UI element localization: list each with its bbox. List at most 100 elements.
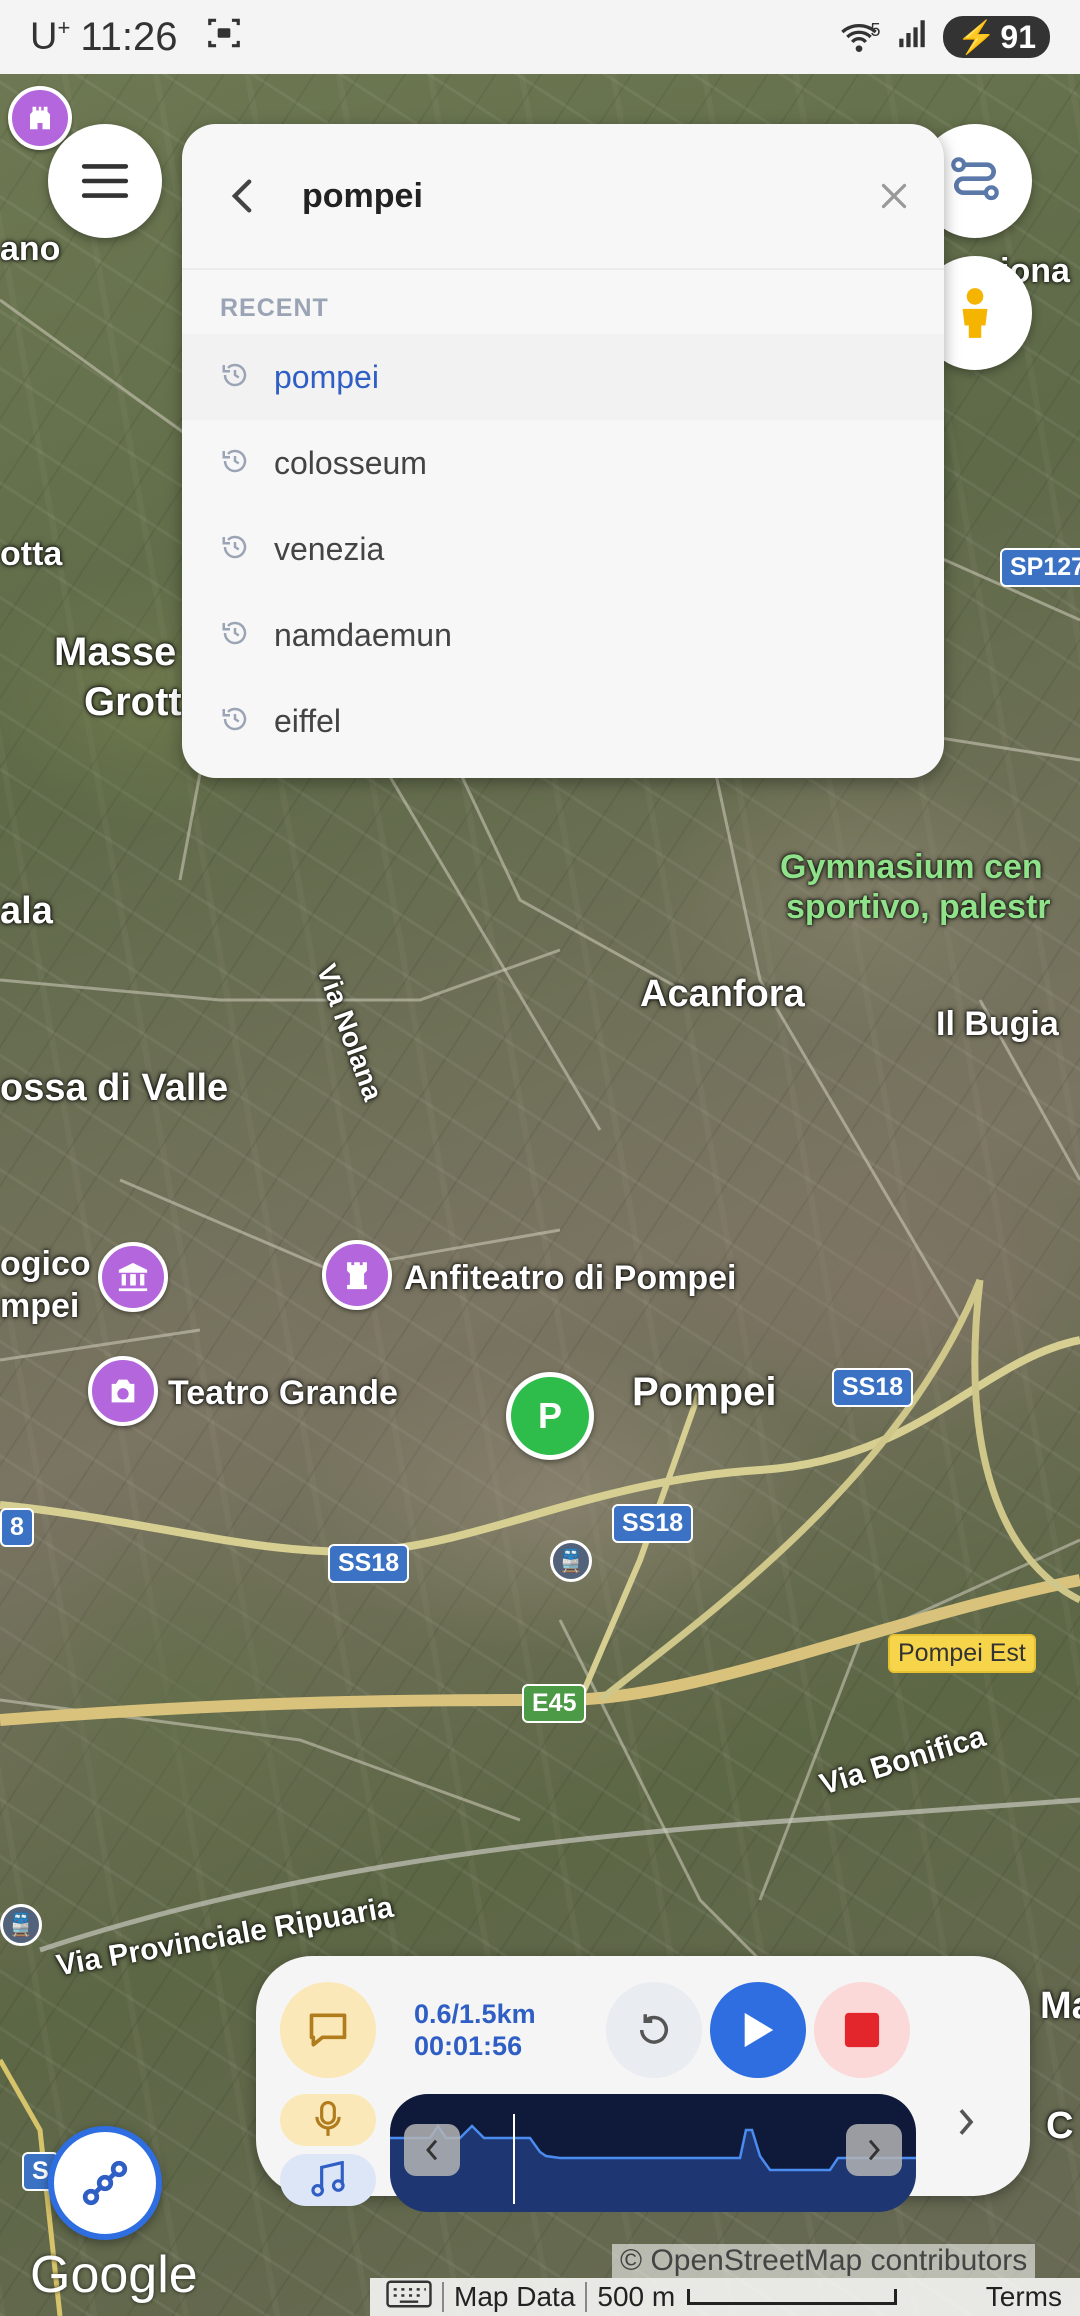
map-label-ano: ano xyxy=(0,230,61,268)
back-button[interactable] xyxy=(182,178,302,214)
chat-button[interactable] xyxy=(280,1982,376,2078)
divider xyxy=(442,2282,444,2312)
theatre-poi-icon[interactable] xyxy=(88,1356,158,1426)
exit-label-pompei-est: Pompei Est xyxy=(888,1634,1036,1673)
recent-item[interactable]: colosseum xyxy=(182,420,944,506)
osm-attribution[interactable]: © OpenStreetMap contributors xyxy=(612,2244,1036,2278)
music-note-icon xyxy=(311,2161,345,2197)
scale-label: 500 m xyxy=(597,2281,676,2312)
chevron-right-icon xyxy=(868,2139,880,2161)
map-label-masse: Masse xyxy=(54,630,177,674)
recent-item-label: pompei xyxy=(274,358,379,395)
keyboard-icon[interactable] xyxy=(386,2280,432,2315)
close-icon xyxy=(881,183,907,209)
music-button[interactable] xyxy=(280,2154,376,2206)
map-label-teatro-grande: Teatro Grande xyxy=(168,1374,398,1412)
map-label-c: C xyxy=(1046,2105,1074,2147)
distance-readout: 0.6/1.5km xyxy=(414,1999,536,2029)
map-label-mpei: mpei xyxy=(0,1287,80,1325)
search-bar: pompei xyxy=(182,124,944,270)
route-stats: 0.6/1.5km 00:01:56 xyxy=(414,1998,536,2062)
parking-marker[interactable]: P xyxy=(506,1372,594,1460)
map-label-il-bugia: Il Bugia xyxy=(936,1005,1059,1043)
divider xyxy=(585,2282,588,2312)
play-button[interactable] xyxy=(710,1982,806,2078)
recent-item-label: colosseum xyxy=(274,444,427,481)
map-data-link[interactable]: Map Data xyxy=(454,2281,575,2313)
history-icon xyxy=(220,618,274,653)
elevation-profile-graph xyxy=(390,2114,916,2212)
stop-button[interactable] xyxy=(814,1982,910,2078)
museum-poi-icon[interactable] xyxy=(98,1242,168,1312)
train-station-icon[interactable]: 🚆 xyxy=(0,1904,42,1946)
expand-panel-button[interactable] xyxy=(936,2092,996,2152)
map-label-gymnasium-line2: sportivo, palestr xyxy=(786,888,1051,926)
recent-item[interactable]: pompei xyxy=(182,334,944,420)
map-label-anfiteatro: Anfiteatro di Pompei xyxy=(404,1259,737,1297)
road-shield-e45: E45 xyxy=(522,1684,587,1723)
recent-item[interactable]: eiffel xyxy=(182,678,944,764)
map-label-grott: Grott xyxy=(84,680,182,724)
microphone-icon xyxy=(315,2101,341,2136)
train-station-icon[interactable]: 🚆 xyxy=(550,1540,592,1582)
road-shield-ss18: SS18 xyxy=(612,1504,694,1543)
road-shield-ss18: SS18 xyxy=(328,1544,410,1583)
map-label-gymnasium-line1: Gymnasium cen xyxy=(780,848,1043,886)
map-label-mari: Mari xyxy=(1040,1985,1080,2027)
recent-list: pompei colosseum venezia namdaemun eiffel xyxy=(182,334,944,764)
recent-heading: RECENT xyxy=(220,294,329,322)
menu-button[interactable] xyxy=(48,124,162,238)
recent-item-label: namdaemun xyxy=(274,616,452,653)
map-label-acanfora: Acanfora xyxy=(640,973,805,1015)
camera-icon xyxy=(111,1379,135,1403)
road-shield-sp127: SP127 xyxy=(1000,548,1080,587)
chevron-left-icon xyxy=(426,2139,438,2161)
tower-icon xyxy=(347,1262,367,1290)
joystick-route-icon xyxy=(82,2160,128,2206)
stop-icon xyxy=(844,2012,880,2048)
attribution-bar: Map Data 500 m Terms xyxy=(370,2278,1080,2316)
history-icon xyxy=(220,532,274,567)
elevation-timeline[interactable] xyxy=(390,2094,916,2212)
reset-button[interactable] xyxy=(606,1982,702,2078)
clear-button[interactable] xyxy=(844,181,944,211)
status-bar: U+ 11:26 5 ⚡ 91 xyxy=(0,0,1080,74)
castle-icon xyxy=(30,106,50,130)
charging-bolt-icon: ⚡ xyxy=(956,19,997,55)
map-label-otta: otta xyxy=(0,535,63,573)
road-shield-ss18: SS18 xyxy=(832,1368,914,1407)
joystick-toggle-button[interactable] xyxy=(48,2126,162,2240)
microphone-button[interactable] xyxy=(280,2094,376,2146)
timeline-next-button[interactable] xyxy=(846,2124,902,2176)
battery-indicator: ⚡ 91 xyxy=(942,16,1050,58)
pegman-icon xyxy=(962,288,988,338)
search-panel: pompei RECENT pompei colosseum venezia namd… xyxy=(182,124,944,778)
scale-bar xyxy=(687,2289,898,2305)
route-player-panel: 0.6/1.5km 00:01:56 xyxy=(256,1956,1030,2212)
castle-poi-icon[interactable] xyxy=(8,86,72,150)
map-label-ala: ala xyxy=(0,890,53,932)
play-icon xyxy=(744,2012,774,2048)
chevron-left-icon xyxy=(231,179,252,213)
google-logo: Google xyxy=(30,2246,198,2304)
carrier-label: U+ xyxy=(30,15,71,58)
map-label-pompei: Pompei xyxy=(632,1370,777,1414)
map-label-logico: ogico xyxy=(0,1245,91,1283)
history-icon xyxy=(220,360,274,395)
chevron-right-icon xyxy=(959,2109,974,2135)
recent-item-label: eiffel xyxy=(274,702,342,739)
signal-icon xyxy=(895,16,929,58)
amphitheatre-poi-icon[interactable] xyxy=(322,1240,392,1310)
search-input[interactable]: pompei xyxy=(302,177,844,216)
museum-icon xyxy=(118,1262,148,1292)
recent-item[interactable]: namdaemun xyxy=(182,592,944,678)
road-shield-edge: 8 xyxy=(0,1508,34,1547)
recent-item[interactable]: venezia xyxy=(182,506,944,592)
wifi-icon: 5 xyxy=(839,20,881,54)
history-icon xyxy=(220,704,274,739)
screen-capture-icon xyxy=(205,14,243,60)
hamburger-icon xyxy=(81,164,129,198)
map-label-ossa-di-valle: ossa di Valle xyxy=(0,1067,229,1109)
timeline-prev-button[interactable] xyxy=(404,2124,460,2176)
terms-link[interactable]: Terms xyxy=(986,2281,1062,2313)
